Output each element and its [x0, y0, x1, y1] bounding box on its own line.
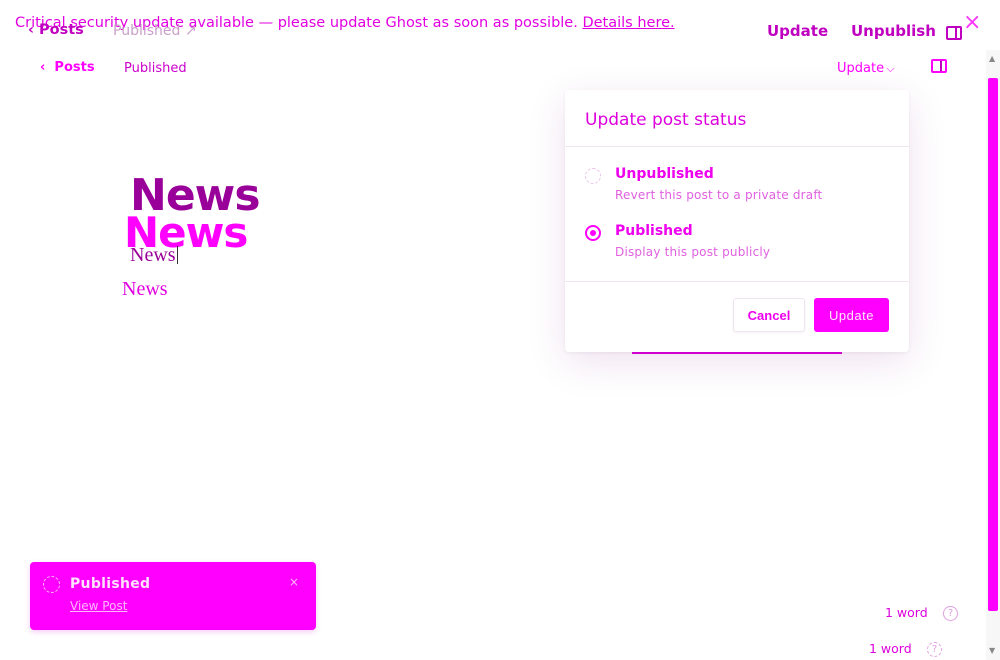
- confirm-update-button[interactable]: Update: [814, 298, 889, 332]
- back-label: Posts: [54, 60, 95, 75]
- modal-title: Update post status: [585, 110, 747, 130]
- banner-details-link[interactable]: Details here.: [582, 15, 674, 31]
- chevron-down-icon: ⌵: [884, 62, 895, 75]
- banner-close-icon[interactable]: ×: [963, 12, 981, 34]
- word-count: 1 word: [869, 641, 912, 656]
- ghost-back-label: Posts: [39, 22, 84, 38]
- spinner-icon: [43, 576, 60, 593]
- text-caret: [176, 246, 178, 264]
- modal-divider: [565, 146, 909, 147]
- option-description: Revert this post to a private draft: [615, 188, 823, 202]
- ghost-status-label: Published ↗: [113, 23, 197, 39]
- scroll-up-arrow-icon[interactable]: ▲: [989, 54, 995, 63]
- back-to-posts-link[interactable]: ‹ Posts: [40, 60, 95, 75]
- scrollbar-thumb[interactable]: [988, 78, 998, 611]
- unpublish-button[interactable]: Unpublish: [851, 22, 936, 40]
- help-icon[interactable]: ?: [943, 606, 958, 621]
- scroll-down-arrow-icon[interactable]: ▼: [989, 646, 995, 655]
- post-title-input[interactable]: News: [130, 244, 178, 267]
- banner-message: Critical security update available — ple…: [15, 15, 578, 31]
- update-status-modal: Update post status Unpublished Revert th…: [565, 90, 909, 352]
- view-post-link[interactable]: View Post: [70, 599, 127, 613]
- post-body-text[interactable]: News: [122, 278, 168, 301]
- chevron-left-icon: ‹: [28, 22, 40, 38]
- word-count: 1 word: [885, 605, 928, 620]
- post-status-label: Published: [124, 61, 187, 76]
- sidebar-toggle-icon[interactable]: [946, 26, 962, 40]
- radio-published[interactable]: [585, 225, 601, 241]
- update-dropdown-button[interactable]: Update ⌵: [837, 61, 895, 76]
- update-button[interactable]: Update: [767, 22, 828, 40]
- radio-unpublished[interactable]: [585, 168, 601, 184]
- toast-close-icon[interactable]: ×: [289, 575, 299, 589]
- divider: [632, 352, 842, 354]
- published-toast: Published View Post ×: [30, 562, 316, 630]
- option-label: Published: [615, 223, 693, 239]
- ghost-back-link[interactable]: ‹ Posts: [28, 22, 84, 38]
- help-icon[interactable]: ?: [927, 642, 942, 657]
- chevron-left-icon: ‹: [40, 60, 55, 75]
- cancel-button[interactable]: Cancel: [733, 298, 805, 332]
- option-label: Unpublished: [615, 166, 714, 182]
- option-description: Display this post publicly: [615, 245, 771, 259]
- modal-divider: [565, 281, 909, 282]
- settings-sidebar-icon[interactable]: [931, 59, 947, 73]
- update-dropdown-label: Update: [837, 61, 885, 76]
- toast-title: Published: [70, 576, 151, 592]
